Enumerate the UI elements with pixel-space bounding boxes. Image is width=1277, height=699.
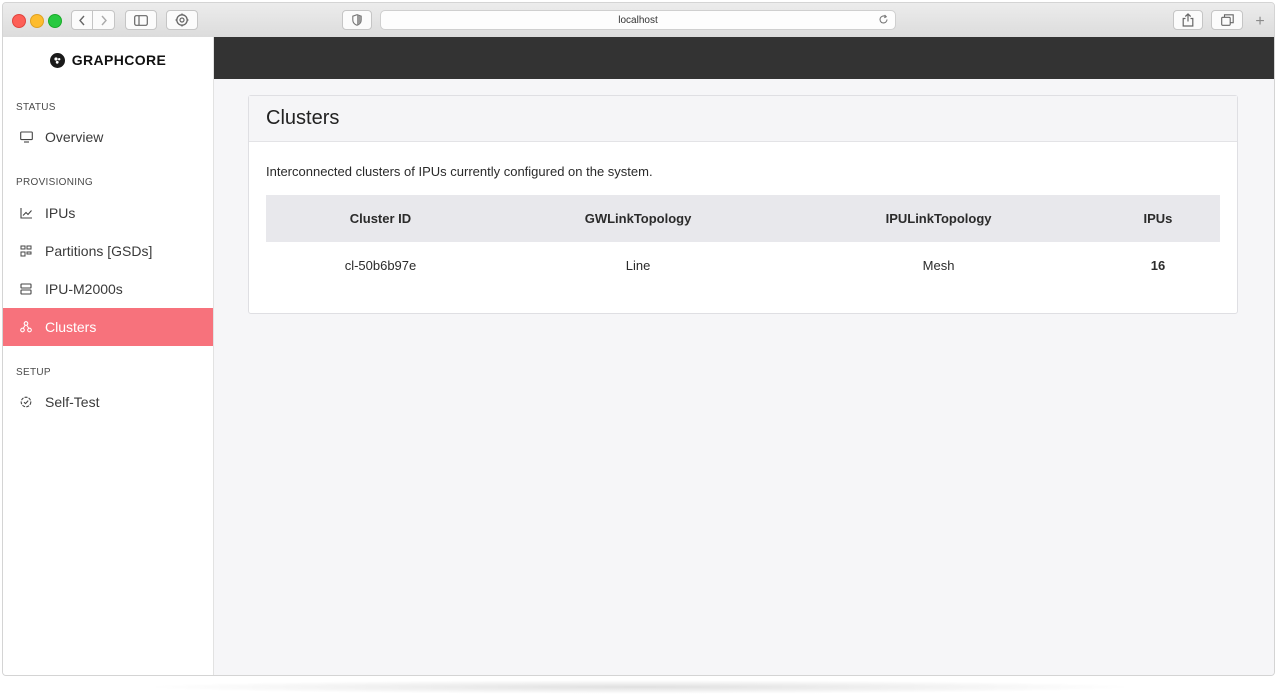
browser-window: localhost + GRAPHCORE STATUS Overview PR… [2,2,1275,676]
clusters-table: Cluster ID GWLinkTopology IPULinkTopolog… [266,195,1220,288]
forward-button[interactable] [93,10,115,30]
logo-text: GRAPHCORE [71,52,167,68]
chart-line-icon [19,206,33,220]
page-description: Interconnected clusters of IPUs currentl… [266,164,653,179]
chevron-right-icon [100,15,107,25]
tabs-overview-button[interactable] [1211,10,1243,30]
sidebar-item-ipu-m2000s[interactable]: IPU-M2000s [3,270,213,308]
minimize-window-button[interactable] [30,14,44,28]
sidebar: GRAPHCORE STATUS Overview PROVISIONING I… [3,37,214,675]
tabs-icon [1220,14,1234,26]
section-title-provisioning: PROVISIONING [16,177,93,188]
back-button[interactable] [71,10,93,30]
table-row[interactable]: cl-50b6b97e Line Mesh 16 [266,242,1220,288]
column-header-gwlinktopology[interactable]: GWLinkTopology [494,195,782,242]
cell-ipus: 16 [1150,257,1166,273]
cell-ipulinktopology: Mesh [922,257,955,273]
clusters-card: Clusters Interconnected clusters of IPUs… [248,95,1238,314]
sidebar-toggle-button[interactable] [125,10,157,30]
graphcore-logo[interactable]: GRAPHCORE [3,37,213,83]
graphcore-logo-icon [49,52,65,68]
privacy-report-button[interactable] [342,10,372,30]
plus-icon: + [1255,13,1265,30]
history-nav [71,10,115,30]
sidebar-item-ipus[interactable]: IPUs [3,194,213,232]
url-text: localhost [618,14,658,26]
sidebar-item-label: Clusters [45,319,97,335]
reload-icon [879,14,888,24]
sidebar-item-overview[interactable]: Overview [3,118,213,156]
main-content: Clusters Interconnected clusters of IPUs… [214,79,1274,675]
partition-grid-icon [19,244,33,258]
sidebar-item-label: Partitions [GSDs] [45,243,153,259]
sidebar-item-clusters[interactable]: Clusters [3,308,213,346]
sidebar-item-label: Self-Test [45,394,100,410]
monitor-icon [19,130,33,144]
server-icon [19,282,33,296]
section-title-status: STATUS [16,102,56,113]
sidebar-item-label: Overview [45,129,104,145]
extensions-button[interactable] [166,10,198,30]
share-button[interactable] [1173,10,1203,30]
share-icon [1182,13,1194,27]
chevron-left-icon [79,15,85,25]
reload-button[interactable] [878,14,889,28]
dial-icon [19,395,33,409]
app-top-bar [214,37,1274,79]
cell-cluster-id: cl-50b6b97e [344,257,417,273]
column-header-cluster-id[interactable]: Cluster ID [266,195,495,242]
page-title: Clusters [249,96,1237,142]
sidebar-item-label: IPU-M2000s [45,281,123,297]
section-title-setup: SETUP [16,367,51,378]
close-window-button[interactable] [12,14,26,28]
sidebar-item-label: IPUs [45,205,76,221]
gear-icon [175,13,189,27]
sidebar-item-partitions[interactable]: Partitions [GSDs] [3,232,213,270]
zoom-window-button[interactable] [48,14,62,28]
sidebar-item-self-test[interactable]: Self-Test [3,383,213,421]
cell-gwlinktopology: Line [625,257,651,273]
shield-icon [352,14,362,26]
column-header-ipus[interactable]: IPUs [1095,195,1220,242]
window-shadow [140,680,1140,694]
address-bar[interactable]: localhost [380,10,896,30]
table-header-row: Cluster ID GWLinkTopology IPULinkTopolog… [266,195,1220,242]
cluster-icon [19,320,33,334]
browser-toolbar: localhost + [3,3,1274,38]
sidebar-icon [134,14,148,26]
column-header-ipulinktopology[interactable]: IPULinkTopology [781,195,1096,242]
new-tab-button[interactable]: + [1249,11,1271,33]
